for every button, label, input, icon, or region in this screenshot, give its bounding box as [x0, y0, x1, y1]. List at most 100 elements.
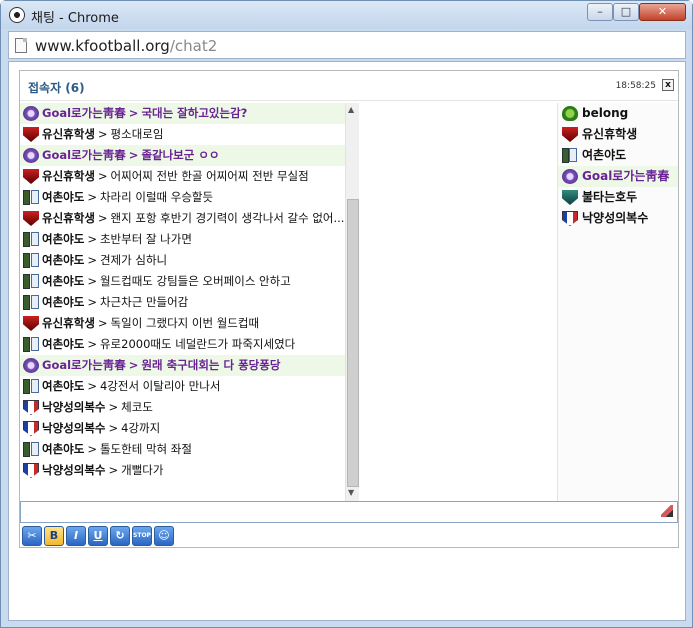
chat-message: 여촌야도 > 톨도한테 막혀 좌절 [20, 439, 355, 460]
user-list-item[interactable]: Goal로가는靑春 [558, 166, 678, 187]
message-nick[interactable]: 여촌야도 [42, 274, 84, 288]
user-name: Goal로가는靑春 [582, 169, 670, 183]
chat-message: 여촌야도 > 차근차근 만들어감 [20, 292, 355, 313]
message-text: 왠지 포항 후반기 경기력이 생각나서 갈수 없어.... [110, 211, 349, 225]
shield-red-icon [23, 169, 39, 184]
phone-icon [23, 232, 30, 247]
message-nick[interactable]: 여촌야도 [42, 295, 84, 309]
message-scrollbar[interactable]: ▲ ▼ [345, 103, 359, 501]
message-separator: > [87, 379, 97, 393]
phone-icon [23, 337, 30, 352]
chat-input-box[interactable] [20, 501, 678, 523]
url-path: /chat2 [169, 37, 218, 55]
message-nick[interactable]: 여촌야도 [42, 253, 84, 267]
phone-screen-icon [31, 379, 39, 393]
message-nick[interactable]: 유신휴학생 [42, 211, 95, 225]
soccer-ball-icon [9, 7, 25, 23]
chat-message: Goal로가는靑春 > 원래 축구대회는 다 퐁당퐁당 [20, 355, 355, 376]
user-button[interactable]: ☺ [154, 526, 174, 546]
message-nick[interactable]: Goal로가는靑春 [42, 358, 126, 372]
phone-icon [23, 442, 30, 457]
message-separator: > [87, 337, 97, 351]
shield-red-icon [23, 211, 39, 226]
chat-message: 여촌야도 > 월드컵때도 강팀들은 오버페이스 안하고 [20, 271, 355, 292]
user-list-item[interactable]: 여촌야도 [558, 145, 678, 166]
pencil-icon [661, 505, 673, 517]
phone-screen-icon [31, 253, 39, 267]
teal-icon [562, 190, 578, 205]
user-list-item[interactable]: 유신휴학생 [558, 124, 678, 145]
close-window-button[interactable]: ✕ [639, 3, 686, 21]
message-text: 평소대로임 [110, 127, 164, 141]
message-nick[interactable]: 여촌야도 [42, 337, 84, 351]
message-separator: > [128, 148, 139, 162]
message-nick[interactable]: 낙양성의복수 [42, 400, 105, 414]
message-nick[interactable]: 여촌야도 [42, 190, 84, 204]
message-separator: > [87, 442, 97, 456]
crest-purple-icon [23, 358, 39, 373]
message-separator: > [87, 232, 97, 246]
message-text: 어찌어찌 전반 한골 어찌어찌 전반 무실점 [110, 169, 309, 183]
phone-screen-icon [31, 232, 39, 246]
message-text: 체코도 [121, 400, 153, 414]
chat-message: 낙양성의복수 > 체코도 [20, 397, 355, 418]
message-text: 톨도한테 막혀 좌절 [99, 442, 192, 456]
message-text: 원래 축구대회는 다 퐁당퐁당 [141, 358, 281, 372]
maximize-button[interactable]: □ [613, 3, 639, 21]
scroll-up-arrow-icon[interactable]: ▲ [348, 105, 354, 114]
italic-button[interactable]: I [66, 526, 86, 546]
scroll-down-arrow-icon[interactable]: ▼ [348, 488, 354, 497]
refresh-button[interactable]: ↻ [110, 526, 130, 546]
message-nick[interactable]: 유신휴학생 [42, 169, 95, 183]
message-separator: > [97, 169, 108, 183]
message-nick[interactable]: 유신휴학생 [42, 316, 95, 330]
chat-clock: 18:58:25 [615, 81, 656, 91]
user-list-item[interactable]: 불타는호두 [558, 187, 678, 208]
message-separator: > [128, 106, 139, 120]
chat-input[interactable] [23, 503, 653, 521]
scroll-thumb[interactable] [347, 199, 359, 487]
user-list-item[interactable]: 낙양성의복수 [558, 208, 678, 229]
message-nick[interactable]: 낙양성의복수 [42, 463, 105, 477]
url-host: www.kfootball.org [35, 37, 170, 55]
message-nick[interactable]: 낙양성의복수 [42, 421, 105, 435]
crest-purple-icon [562, 169, 578, 184]
message-separator: > [108, 421, 119, 435]
user-name: belong [582, 106, 629, 120]
stop-button[interactable]: STOP [132, 526, 152, 546]
url-text[interactable]: www.kfootball.org/chat2 [35, 37, 217, 55]
user-list-item[interactable]: belong [558, 103, 678, 124]
minimize-button[interactable]: – [587, 3, 613, 21]
page-content: 접속자 (6) 18:58:25 x Goal로가는靑春 > 국대는 잘하고있는감?… [8, 61, 686, 621]
shield-white-icon [23, 463, 39, 478]
shield-white-icon [23, 400, 39, 415]
message-text: 견제가 심하니 [99, 253, 168, 267]
message-nick[interactable]: Goal로가는靑春 [42, 106, 126, 120]
emoticon-button[interactable]: ✂ [22, 526, 42, 546]
message-nick[interactable]: 여촌야도 [42, 379, 84, 393]
underline-button[interactable]: U [88, 526, 108, 546]
message-text: 차라리 이럴때 우승할듯 [99, 190, 214, 204]
message-nick[interactable]: 유신휴학생 [42, 127, 95, 141]
crest-purple-icon [23, 148, 39, 163]
address-bar[interactable]: www.kfootball.org/chat2 [8, 31, 686, 59]
user-list: belong 유신휴학생 여촌야도 Goal로가는靑春 불타는호두 낙양성의복수 [557, 103, 678, 501]
message-separator: > [87, 274, 97, 288]
phone-screen-icon [31, 442, 39, 456]
message-text: 4강전서 이탈리아 만나서 [99, 379, 221, 393]
message-nick[interactable]: 여촌야도 [42, 442, 84, 456]
users-count-title: 접속자 (6) [28, 81, 85, 95]
browser-window: 채팅 - Chrome – □ ✕ www.kfootball.org/chat… [0, 0, 693, 628]
message-nick[interactable]: 여촌야도 [42, 232, 84, 246]
crest-purple-icon [23, 106, 39, 121]
message-list[interactable]: Goal로가는靑春 > 국대는 잘하고있는감? 유신휴학생 > 평소대로임 Goal로가는靑… [20, 103, 355, 501]
title-bar[interactable]: 채팅 - Chrome – □ ✕ [1, 1, 692, 29]
close-chat-button[interactable]: x [662, 79, 674, 91]
message-text: 유로2000때도 네덜란드가 파죽지세였다 [99, 337, 296, 351]
page-icon [15, 38, 27, 53]
phone-screen-icon [31, 295, 39, 309]
phone-screen-icon [31, 274, 39, 288]
message-nick[interactable]: Goal로가는靑春 [42, 148, 126, 162]
phone-screen-icon [31, 190, 39, 204]
bold-button[interactable]: B [44, 526, 64, 546]
